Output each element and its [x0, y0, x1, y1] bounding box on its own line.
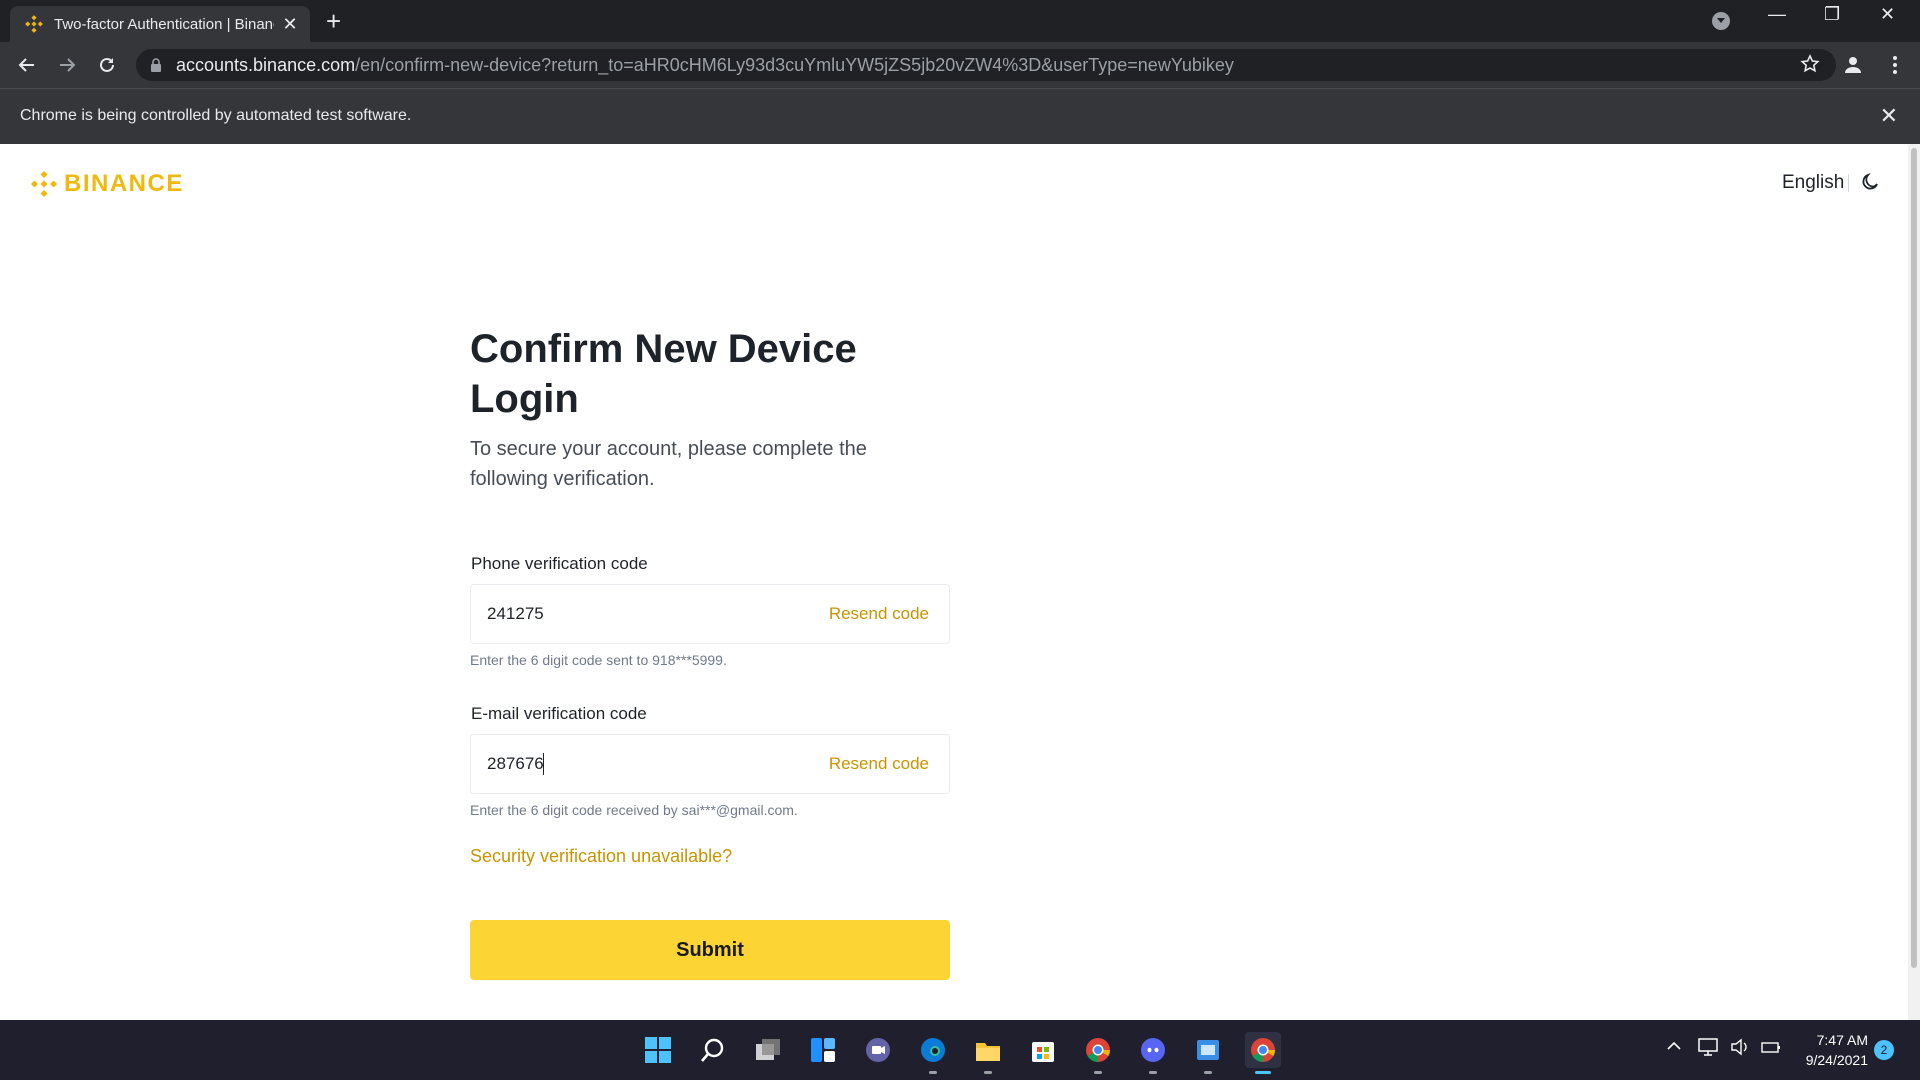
profile-avatar-icon[interactable]	[1838, 50, 1868, 80]
logo-text: BINANCE	[64, 170, 184, 197]
email-resend-code-button[interactable]: Resend code	[829, 754, 929, 774]
language-selector[interactable]: English	[1782, 172, 1844, 194]
back-button[interactable]	[12, 50, 42, 80]
page-subtitle: To secure your account, please complete …	[470, 438, 867, 490]
browser-tab-bar: Two-factor Authentication | Binance ✕ + …	[0, 0, 1920, 42]
active-indicator	[1255, 1071, 1271, 1074]
binance-logo-icon	[30, 170, 58, 198]
running-indicator	[984, 1071, 992, 1074]
running-indicator	[1149, 1071, 1157, 1074]
volume-icon[interactable]	[1730, 1038, 1750, 1061]
tray-chevron-up-icon[interactable]	[1666, 1038, 1682, 1059]
email-code-input[interactable]	[487, 754, 687, 774]
forward-arrow-icon	[60, 58, 76, 72]
page-title: Confirm New Device Login	[470, 327, 857, 421]
infobar-message: Chrome is being controlled by automated …	[20, 107, 412, 124]
submit-button[interactable]: Submit	[470, 920, 950, 980]
windows-taskbar: 7:47 AM 9/24/2021 2	[0, 1020, 1920, 1080]
minimize-button[interactable]: —	[1768, 4, 1786, 25]
address-bar[interactable]: accounts.binance.com/en/confirm-new-devi…	[136, 49, 1836, 81]
email-code-hint: Enter the 6 digit code received by sai**…	[470, 802, 798, 818]
system-clock[interactable]: 7:47 AM 9/24/2021	[1790, 1030, 1868, 1070]
running-indicator	[1094, 1071, 1102, 1074]
clock-time: 7:47 AM	[1816, 1032, 1868, 1048]
search-icon[interactable]	[695, 1032, 731, 1068]
url-path: /en/confirm-new-device?return_to=aHR0cHM…	[355, 54, 1234, 75]
phone-code-field[interactable]: Resend code	[470, 584, 950, 644]
browser-menu-icon[interactable]	[1880, 50, 1910, 80]
page-scrollbar[interactable]	[1908, 144, 1920, 1020]
bookmark-star-icon[interactable]	[1800, 54, 1820, 79]
new-tab-button[interactable]: +	[326, 6, 341, 36]
lock-icon[interactable]	[150, 57, 164, 73]
running-indicator	[929, 1071, 937, 1074]
start-icon[interactable]	[640, 1032, 676, 1068]
phone-code-label: Phone verification code	[471, 554, 648, 573]
browser-toolbar: accounts.binance.com/en/confirm-new-devi…	[0, 42, 1920, 88]
running-indicator	[1204, 1071, 1212, 1074]
teams-chat-icon[interactable]	[860, 1032, 896, 1068]
tab-close-icon[interactable]: ✕	[280, 14, 300, 35]
phone-resend-code-button[interactable]: Resend code	[829, 604, 929, 624]
discord-icon[interactable]	[1135, 1032, 1171, 1074]
url-host: accounts.binance.com	[176, 54, 356, 75]
email-code-field[interactable]: Resend code	[470, 734, 950, 794]
infobar-close-icon[interactable]: ✕	[1880, 103, 1898, 129]
network-icon[interactable]	[1698, 1038, 1718, 1061]
chrome-icon[interactable]	[1080, 1032, 1116, 1074]
window-close-button[interactable]: ✕	[1880, 4, 1895, 25]
dark-mode-moon-icon[interactable]	[1860, 172, 1882, 194]
reload-icon	[100, 57, 114, 72]
restore-button[interactable]: ❐	[1824, 4, 1840, 25]
app-icon[interactable]	[1190, 1032, 1226, 1074]
back-arrow-icon	[18, 58, 34, 72]
store-icon[interactable]	[1025, 1032, 1061, 1068]
reload-button[interactable]	[92, 50, 122, 80]
binance-favicon-icon	[24, 14, 44, 34]
edge-icon[interactable]	[915, 1032, 951, 1074]
scrollbar-thumb[interactable]	[1911, 148, 1917, 968]
security-verification-unavailable-link[interactable]: Security verification unavailable?	[470, 846, 732, 867]
forward-button[interactable]	[52, 50, 82, 80]
automation-infobar: Chrome is being controlled by automated …	[0, 88, 1920, 144]
clock-date: 9/24/2021	[1805, 1052, 1868, 1068]
widgets-icon[interactable]	[805, 1032, 841, 1068]
file-explorer-icon[interactable]	[970, 1032, 1006, 1074]
notification-badge[interactable]: 2	[1874, 1040, 1894, 1060]
browser-tab[interactable]: Two-factor Authentication | Binance ✕	[10, 6, 310, 42]
header-divider	[1848, 174, 1849, 192]
task-view-icon[interactable]	[750, 1032, 786, 1068]
chrome-active-icon[interactable]	[1245, 1032, 1281, 1074]
phone-code-hint: Enter the 6 digit code sent to 918***599…	[470, 652, 727, 668]
tab-title: Two-factor Authentication | Binance	[54, 15, 274, 33]
text-caret	[543, 753, 544, 775]
email-code-label: E-mail verification code	[471, 704, 647, 723]
binance-logo[interactable]: BINANCE	[30, 170, 184, 198]
battery-icon[interactable]	[1760, 1038, 1782, 1061]
phone-code-input[interactable]	[487, 604, 687, 624]
page-content: BINANCE English Confirm New Device Login…	[0, 144, 1920, 1020]
tab-search-icon[interactable]	[1712, 12, 1730, 30]
